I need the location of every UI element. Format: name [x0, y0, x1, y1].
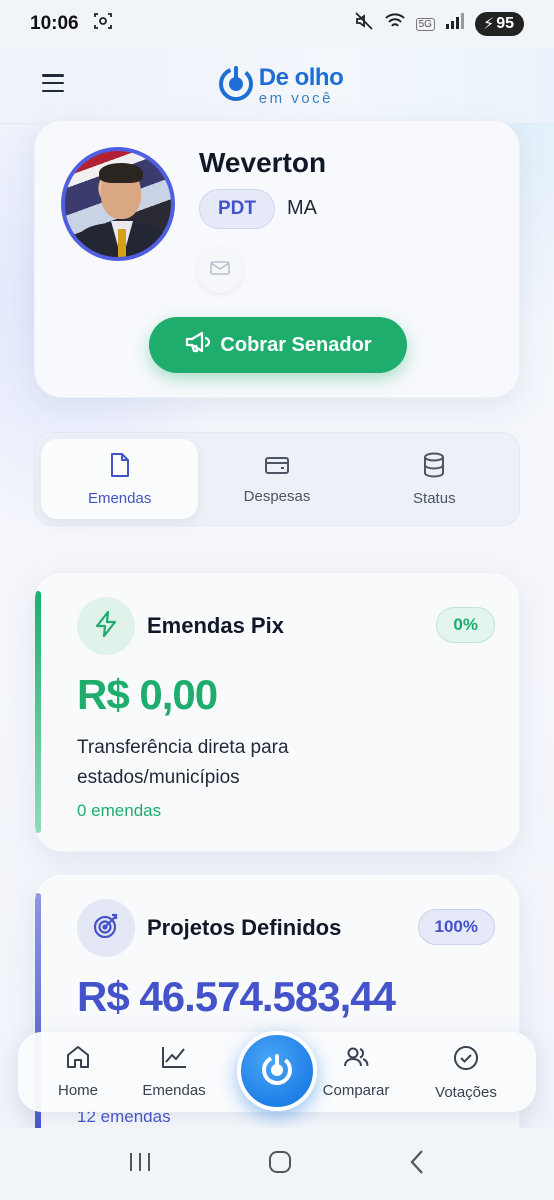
signal-icon	[445, 13, 465, 35]
mute-icon	[354, 11, 374, 37]
battery-level: 95	[496, 15, 514, 32]
target-icon-container	[77, 899, 135, 957]
card-title: Projetos Definidos	[147, 915, 342, 940]
card-value: R$ 0,00	[77, 671, 218, 718]
politician-name: Weverton	[199, 147, 327, 178]
email-button[interactable]	[197, 247, 243, 293]
percent-badge: 100%	[417, 909, 495, 945]
home-icon	[65, 1044, 91, 1074]
logo-subtitle: em você	[258, 89, 333, 107]
profile-card: Weverton PDT MA Cobrar Senador	[34, 120, 520, 398]
target-icon	[92, 912, 120, 945]
nav-label: Emendas	[142, 1082, 206, 1099]
card-value: R$ 46.574.583,44	[77, 973, 396, 1020]
nav-label: Comparar	[322, 1082, 390, 1099]
nav-label: Votações	[435, 1084, 497, 1101]
tab-despesas[interactable]: Despesas	[198, 439, 355, 519]
state-label: MA	[287, 197, 317, 219]
screenshot-icon	[93, 11, 113, 37]
card-description: Transferência direta para estados/municí…	[77, 737, 289, 788]
projetos-definidos-card[interactable]: Projetos Definidos 100% R$ 46.574.583,44…	[34, 874, 520, 1154]
wifi-icon	[384, 12, 406, 36]
users-icon	[342, 1044, 370, 1074]
app-header: De olho em você	[0, 48, 554, 124]
section-tabs: Emendas Despesas Status	[34, 432, 520, 526]
logo-title: De olho	[258, 63, 344, 91]
mail-icon	[209, 259, 231, 282]
cta-label: Cobrar Senador	[220, 333, 372, 356]
tab-label: Emendas	[87, 489, 152, 507]
app-logo: De olho em você	[217, 64, 344, 107]
menu-icon[interactable]	[42, 74, 64, 92]
recent-apps-icon[interactable]	[127, 1150, 153, 1179]
party-badge: PDT	[199, 189, 275, 229]
nav-label: Home	[57, 1082, 98, 1099]
power-logo-icon	[217, 64, 255, 107]
home-system-icon[interactable]	[267, 1149, 293, 1180]
nav-home[interactable]: Home	[28, 1044, 128, 1099]
back-icon[interactable]	[407, 1149, 427, 1180]
cobrar-senador-button[interactable]: Cobrar Senador	[149, 317, 407, 373]
avatar	[61, 147, 175, 261]
nav-comparar[interactable]: Comparar	[306, 1044, 406, 1099]
tab-emendas[interactable]: Emendas	[41, 439, 199, 519]
system-navigation-bar	[0, 1128, 554, 1200]
lightning-icon-container	[77, 597, 135, 655]
database-icon	[422, 452, 446, 482]
card-title: Emendas Pix	[147, 613, 284, 638]
bolt-icon: ⚡	[482, 16, 495, 33]
lightning-icon	[93, 610, 119, 643]
check-circle-icon	[452, 1044, 480, 1076]
megaphone-icon	[184, 330, 211, 360]
chart-icon	[160, 1044, 188, 1074]
nav-votacoes[interactable]: Votações	[416, 1044, 516, 1101]
file-icon	[109, 452, 131, 482]
network-label: 5G	[415, 17, 435, 31]
tab-status[interactable]: Status	[356, 439, 513, 519]
wallet-icon	[264, 454, 290, 480]
tab-label: Despesas	[243, 487, 311, 505]
power-icon	[257, 1049, 297, 1094]
status-bar: 10:06 5G ⚡ 95	[0, 0, 554, 48]
nav-emendas[interactable]: Emendas	[124, 1044, 224, 1099]
emendas-pix-card[interactable]: Emendas Pix 0% R$ 0,00 Transferência dir…	[34, 572, 520, 852]
center-power-button[interactable]	[237, 1031, 317, 1111]
battery-indicator: ⚡ 95	[474, 12, 524, 36]
card-count: 0 emendas	[77, 801, 162, 820]
tab-label: Status	[413, 489, 456, 507]
percent-badge: 0%	[436, 607, 495, 643]
status-time: 10:06	[30, 13, 79, 34]
